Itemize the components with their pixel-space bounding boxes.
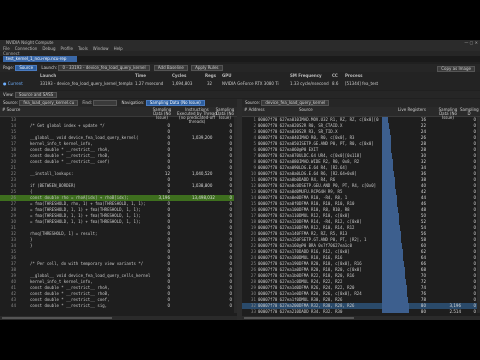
result-header: Launch Time Cycles Regs GPU SM Frequency… — [0, 72, 480, 90]
page-select[interactable]: Source — [15, 65, 38, 71]
document-tab-label: test_kernel_1_ncu-rep.ncu-rep — [6, 56, 67, 61]
sass-address: 00007f70 627ea210 — [258, 309, 299, 313]
add-baseline-button[interactable]: Add Baseline — [153, 65, 188, 71]
result-gpu-value: NVIDIA GeForce RTX 3080 Ti — [222, 81, 279, 86]
view-label: View: — [3, 92, 14, 97]
sass-instruction: DADD R34, R32, R30 — [299, 309, 343, 313]
current-badge: ● Current — [3, 81, 23, 86]
window-title: NVIDIA Nsight Compute — [6, 40, 54, 45]
line-number: 44 — [10, 303, 16, 308]
document-tab[interactable]: test_kernel_1_ncu-rep.ncu-rep — [3, 56, 77, 62]
col-live-registers[interactable]: Live Registers — [392, 108, 432, 112]
result-process-value: [51344] fea_test — [345, 81, 379, 86]
live-register-bar — [382, 309, 409, 313]
sass-table-header: # Address Source Live Registers Sampling… — [242, 107, 480, 120]
sass-live-registers: 80 — [420, 309, 426, 313]
result-launch-value: 33193 - device_fea_load_query_kernel_tem… — [40, 81, 133, 86]
result-col-process: Process — [345, 73, 363, 78]
result-col-regs: Regs — [205, 73, 217, 78]
line-sampling: 0 — [167, 303, 170, 308]
sass-row[interactable]: 33 00007f70 627ea210 DADD R34, R32, R30 80 2… — [242, 309, 480, 313]
line-sampling-2: 0 — [229, 303, 232, 308]
source-label: Source: — [3, 100, 19, 105]
sass-row-number: 33 — [250, 309, 256, 313]
result-freq-value: 1.33 cycle/nsecond — [290, 81, 329, 86]
sass-table-body: 1 00007f70 627ea010 IMAD.MOV.U32 R1, RZ, R… — [242, 117, 480, 313]
app-window: NVIDIA Nsight Compute — ▢ ✕ File Connecti… — [0, 40, 480, 320]
source-table-header: # Source Sampling Data (No Issue) Instru… — [0, 107, 237, 124]
result-col-gpu: GPU — [222, 73, 232, 78]
result-col-cycles: Cycles — [172, 73, 187, 78]
current-label: Current — [7, 81, 23, 86]
navigation-select[interactable]: Sampling Data (No Issue) — [145, 100, 205, 106]
document-tabs: test_kernel_1_ncu-rep.ncu-rep — [0, 56, 480, 62]
result-col-launch: Launch — [40, 73, 57, 78]
source-panel-toolbar: Source: fea_load_query_kernel.cu Find: N… — [0, 99, 237, 107]
sass-panel-toolbar: Source: device_fea_load_query_kernel — [242, 99, 480, 107]
find-input[interactable] — [93, 100, 118, 106]
navigation-label: Navigation: — [121, 100, 145, 105]
source-line[interactable]: 44 const double * __restrict__ sig, 0 0 — [0, 303, 237, 309]
sass-hscroll[interactable] — [242, 316, 480, 320]
sass-panel: Source: device_fea_load_query_kernel # A… — [242, 99, 480, 320]
sass-sampling: 2,514 — [449, 309, 461, 313]
source-file-select[interactable]: fea_load_query_kernel.cu — [19, 100, 79, 106]
line-code: const double * __restrict__ sig, — [30, 303, 108, 308]
source-hscroll[interactable] — [0, 316, 237, 320]
result-cc-value: 8.6 — [332, 81, 339, 86]
view-select[interactable]: Source and SASS — [14, 92, 58, 98]
find-label: Find: — [82, 100, 92, 105]
result-col-cc: CC — [332, 73, 338, 78]
col-sass-sampling-2[interactable]: Sampling D — [460, 108, 479, 116]
apply-rules-button[interactable]: Apply Rules — [191, 65, 223, 71]
result-cycles-value: 1,694,803 — [172, 81, 193, 86]
view-bar: View: Source and SASS — [0, 91, 480, 98]
col-source[interactable]: # Source — [2, 108, 42, 112]
result-regs-value: 32 — [207, 81, 213, 86]
result-time-value: 1.27 msecond — [135, 81, 164, 86]
sass-sampling-2: 0 — [473, 309, 476, 313]
result-col-time: Time — [135, 73, 146, 78]
page-label: Page: — [3, 65, 15, 70]
launch-label: Launch: — [41, 65, 58, 70]
source-table-body: 13 14/* Get global index + update */0 0 15 0… — [0, 117, 237, 313]
sass-source-label: Source: — [245, 100, 261, 105]
launch-select[interactable]: 0 - 33193 - device_fea_load_query_kernel — [58, 65, 150, 71]
result-col-sm-frequency: SM Frequency — [290, 73, 322, 78]
page-bar: Page: Source Launch: 0 - 33193 - device_… — [0, 64, 480, 72]
source-panel: Source: fea_load_query_kernel.cu Find: N… — [0, 99, 237, 320]
col-sass-source[interactable]: Source — [299, 108, 329, 112]
sass-function-select[interactable]: device_fea_load_query_kernel — [261, 100, 330, 106]
col-address[interactable]: # Address — [244, 108, 274, 112]
